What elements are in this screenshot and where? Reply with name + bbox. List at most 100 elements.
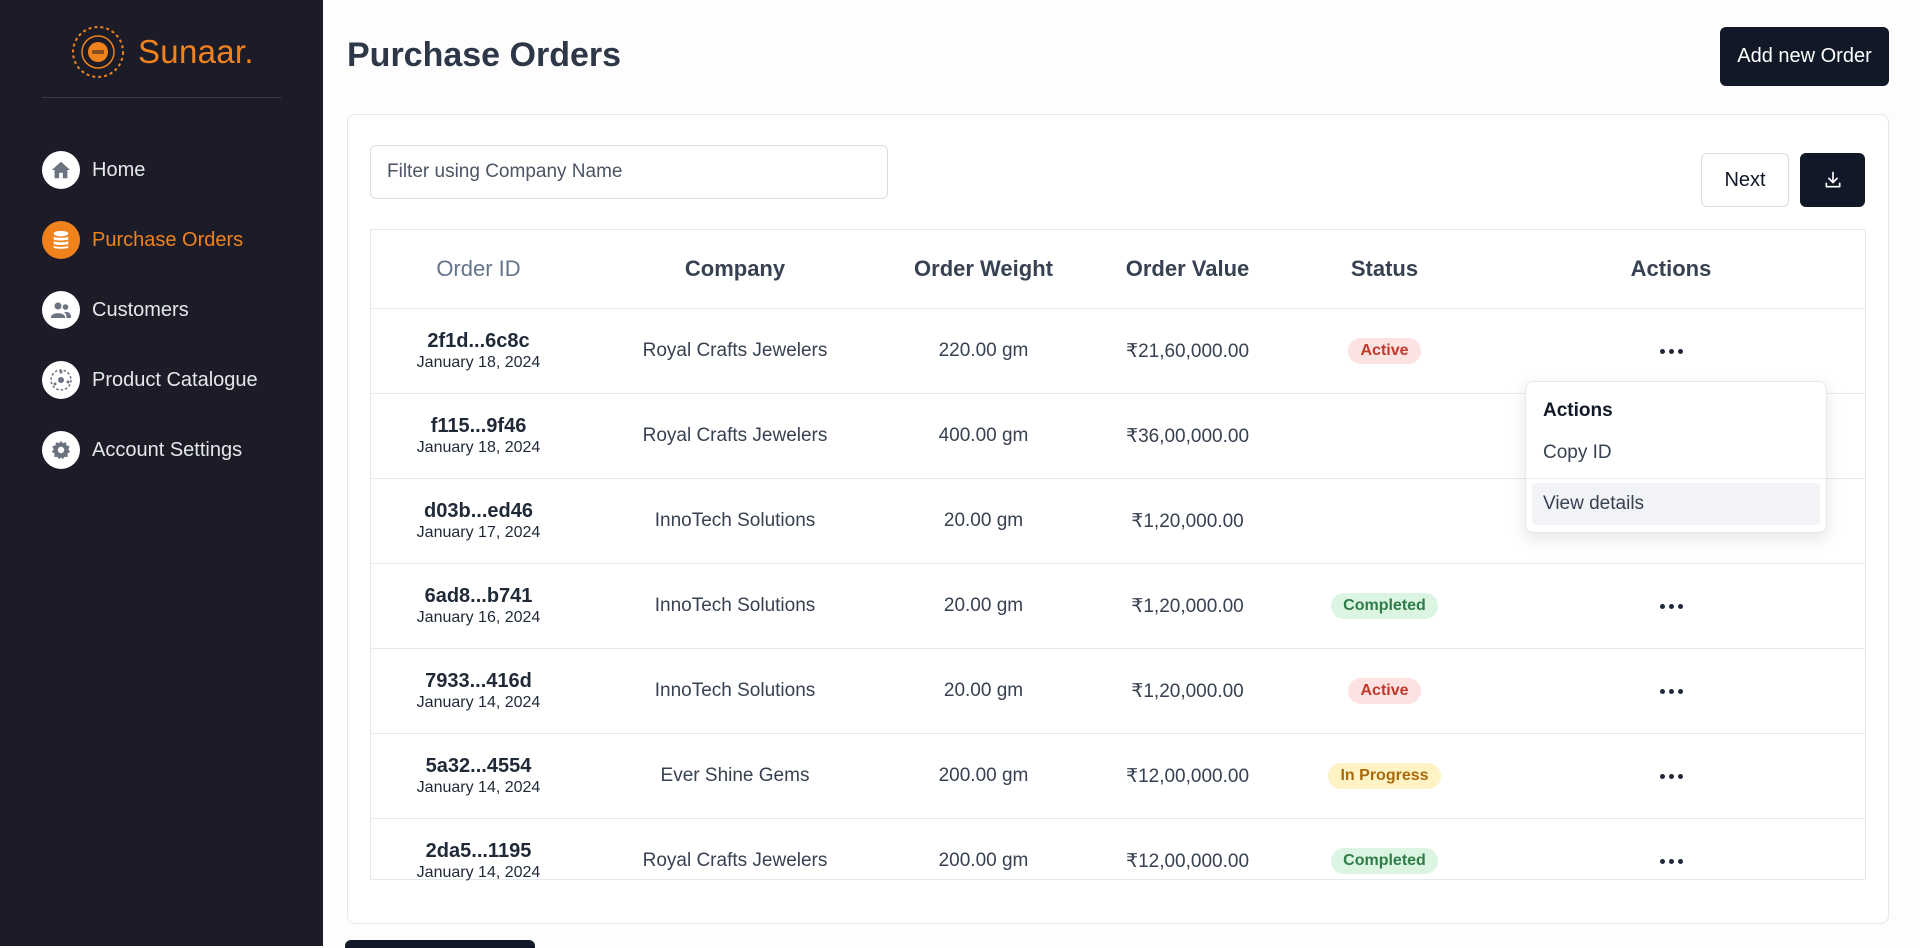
status-cell: Completed [1292,819,1477,904]
order-id: 6ad8...b741 [424,585,533,607]
order-id: d03b...ed46 [424,500,533,522]
sidebar-item-home[interactable]: Home [42,150,258,190]
column-header-actions: Actions [1477,230,1865,309]
coins-icon [42,221,80,259]
column-header-status: Status [1292,230,1477,309]
table-row[interactable]: 6ad8...b741 January 16, 2024 InnoTech So… [371,563,1865,649]
company-cell: InnoTech Solutions [586,563,884,649]
company-cell: Royal Crafts Jewelers [586,308,884,394]
gear-icon [42,431,80,469]
table-header-row: Order ID Company Order Weight Order Valu… [371,230,1865,309]
company-filter-input[interactable] [370,145,888,199]
actions-cell [1477,733,1865,819]
bottom-tab[interactable] [345,940,535,948]
status-badge: Completed [1331,848,1438,874]
status-badge: Completed [1331,593,1438,619]
sidebar-item-label: Home [92,158,146,181]
dot-icon [1677,773,1683,779]
add-new-order-button[interactable]: Add new Order [1720,27,1889,86]
order-date: January 14, 2024 [416,864,541,881]
order-id: 5a32...4554 [425,755,532,777]
download-button[interactable] [1800,153,1865,207]
order-date: January 14, 2024 [416,779,541,796]
column-header-company: Company [586,230,884,309]
view-details-menu-item[interactable]: View details [1532,483,1820,525]
menu-title: Actions [1543,400,1613,421]
dot-icon [1659,603,1665,609]
status-cell: Active [1292,648,1477,734]
orders-table: Order ID Company Order Weight Order Valu… [370,229,1866,881]
brand[interactable]: Sunaar. [70,24,254,80]
company-cell: Royal Crafts Jewelers [642,850,828,871]
status-cell [1292,478,1477,564]
more-actions-button[interactable] [1653,846,1689,876]
order-id-cell: 2f1d...6c8c January 18, 2024 [371,308,586,394]
sidebar-nav: Home Purchase Orders Customers Product C… [42,150,258,500]
dot-icon [1659,773,1665,779]
dot-icon [1668,858,1674,864]
dot-icon [1659,688,1665,694]
order-id-cell: d03b...ed46 January 17, 2024 [371,478,586,564]
column-header-order-weight: Order Weight [884,230,1083,309]
sidebar-item-customers[interactable]: Customers [42,290,258,330]
order-date: January 18, 2024 [416,354,541,371]
sidebar: Sunaar. Home Purchase Orders Customers P… [0,0,323,946]
actions-cell [1477,648,1865,734]
order-id-cell: 7933...416d January 14, 2024 [371,648,586,734]
order-value-cell: ₹12,00,000.00 [1125,850,1250,872]
column-header-order-value: Order Value [1083,230,1292,309]
column-header-order-id[interactable]: Order ID [371,230,586,309]
actions-cell [1477,819,1865,904]
dot-icon [1677,603,1683,609]
dot-icon [1668,603,1674,609]
more-actions-button[interactable] [1653,676,1689,706]
company-cell: InnoTech Solutions [586,478,884,564]
order-date: January 17, 2024 [416,524,541,541]
brand-name: Sunaar. [138,33,254,70]
order-id-cell: 6ad8...b741 January 16, 2024 [371,563,586,649]
dot-icon [1668,773,1674,779]
table-row[interactable]: 5a32...4554 January 14, 2024 Ever Shine … [371,733,1865,819]
order-weight-cell: 200.00 gm [884,733,1083,819]
sidebar-item-product-catalogue[interactable]: Product Catalogue [42,360,258,400]
actions-cell [1477,563,1865,649]
order-weight-cell: 20.00 gm [884,563,1083,649]
catalogue-icon [42,361,80,399]
table-row[interactable]: 2da5...1195 January 14, 2024 Royal Craft… [371,819,1865,904]
order-value-cell: ₹36,00,000.00 [1083,393,1292,479]
next-page-button[interactable]: Next [1701,153,1789,207]
dot-icon [1677,348,1683,354]
download-icon [1825,171,1840,188]
company-cell: Royal Crafts Jewelers [586,393,884,479]
more-actions-button[interactable] [1653,761,1689,791]
copy-id-menu-item[interactable]: Copy ID [1532,432,1820,474]
order-value-cell: ₹21,60,000.00 [1083,308,1292,394]
more-actions-button[interactable] [1653,336,1689,366]
more-actions-button[interactable] [1653,591,1689,621]
status-cell: Completed [1292,563,1477,649]
table-row[interactable]: 7933...416d January 14, 2024 InnoTech So… [371,648,1865,734]
status-cell [1292,393,1477,479]
status-badge: Active [1348,678,1421,704]
dot-icon [1668,688,1674,694]
order-weight-cell: 400.00 gm [884,393,1083,479]
order-weight-cell: 220.00 gm [884,308,1083,394]
order-id: 2da5...1195 [425,840,532,862]
order-date: January 14, 2024 [416,694,541,711]
order-id: 7933...416d [425,670,532,692]
status-cell: In Progress [1292,733,1477,819]
dot-icon [1677,688,1683,694]
order-value-cell: ₹1,20,000.00 [1083,563,1292,649]
dot-icon [1668,348,1674,354]
company-cell: InnoTech Solutions [586,648,884,734]
order-date: January 16, 2024 [416,609,541,626]
page-title: Purchase Orders [347,36,622,74]
status-badge: In Progress [1328,763,1441,789]
order-id-cell: 5a32...4554 January 14, 2024 [371,733,586,819]
sidebar-divider [42,97,281,98]
order-value-cell: ₹1,20,000.00 [1083,648,1292,734]
sidebar-item-purchase-orders[interactable]: Purchase Orders [42,220,258,260]
order-value-cell: ₹1,20,000.00 [1083,478,1292,564]
order-value-cell: ₹12,00,000.00 [1083,733,1292,819]
sidebar-item-account-settings[interactable]: Account Settings [42,430,258,470]
